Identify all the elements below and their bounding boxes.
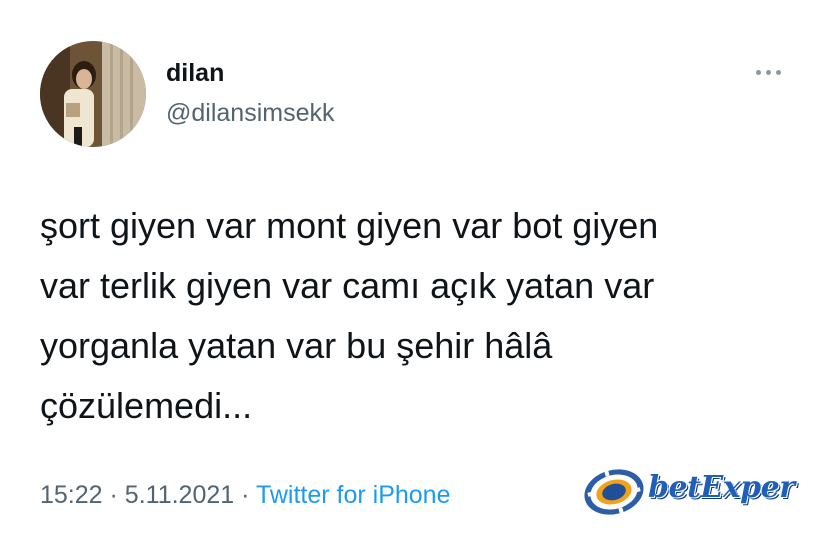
more-horizontal-icon-dot [775,69,781,75]
separator: · [241,481,250,509]
more-options-button[interactable] [750,62,786,82]
watermark-text: betExper [648,470,795,505]
tweet-source-link[interactable]: Twitter for iPhone [256,481,451,509]
more-horizontal-icon [755,69,761,75]
tweet-text-line: var terlik giyen var camı açık yatan var [40,265,655,306]
tweet-text: şort giyen var mont giyen var bot giyen … [40,196,810,436]
watermark-logo: betExper [580,458,808,522]
avatar-photo [40,41,146,147]
tweet-time[interactable]: 15:22 [40,481,103,509]
avatar[interactable] [40,41,146,147]
user-handle[interactable]: @dilansimsekk [166,98,334,128]
tweet-date[interactable]: 5.11.2021 [125,481,234,509]
tweet-text-line: çözülemedi... [40,385,253,426]
tweet-text-line: şort giyen var mont giyen var bot giyen [40,205,659,246]
chip-logo-icon [584,469,644,515]
more-horizontal-icon-dot [765,69,771,75]
display-name[interactable]: dilan [166,58,224,88]
tweet-text-line: yorganla yatan var bu şehir hâlâ [40,325,553,366]
tweet-metadata: 15:22 · 5.11.2021 · Twitter for iPhone [40,479,450,511]
separator: · [109,481,118,509]
